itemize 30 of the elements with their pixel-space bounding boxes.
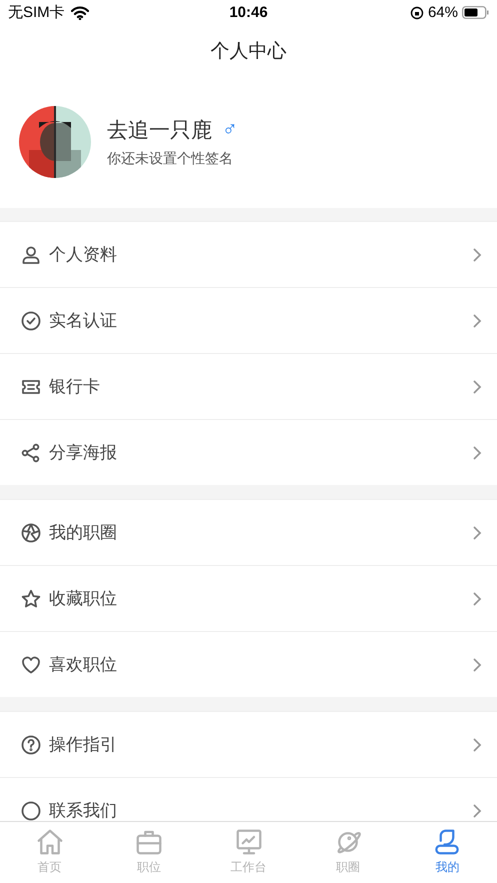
heart-icon [21,654,41,674]
gender-symbol: ♂ [222,118,238,142]
battery-percent: 64% [428,4,458,21]
monitor-chart-icon [234,827,264,857]
menu-item[interactable]: 我的职圈 [49,521,461,544]
circle-icon [21,800,41,820]
page-title: 个人中心 [210,40,286,64]
menu-item[interactable]: 喜欢职位 [49,653,461,676]
carrier-label: 无SIM卡 [8,3,65,22]
battery-icon [462,6,489,19]
home-icon [34,827,65,857]
aperture-icon [21,522,41,542]
menu-item[interactable]: 分享海报 [49,441,461,464]
check-circle-icon [21,310,41,330]
signature-text: 你还未设置个性签名 [107,150,234,168]
menu-item[interactable]: 银行卡 [49,375,461,398]
person-icon [21,244,41,264]
tab[interactable]: 我的 [398,822,497,883]
rotation-lock-icon [410,6,424,20]
user-name: 去追一只鹿 [107,118,212,144]
wifi-icon [70,6,89,20]
menu-item[interactable]: 个人资料 [49,243,461,266]
question-circle-icon [21,734,41,754]
menu-item[interactable]: 联系我们 [49,799,461,822]
menu-item[interactable]: 实名认证 [49,309,461,332]
menu-item[interactable]: 操作指引 [49,733,461,756]
star-icon [21,588,41,608]
share-icon [21,442,41,462]
menu-item[interactable]: 收藏职位 [49,587,461,610]
clock-time: 10:46 [229,4,268,21]
